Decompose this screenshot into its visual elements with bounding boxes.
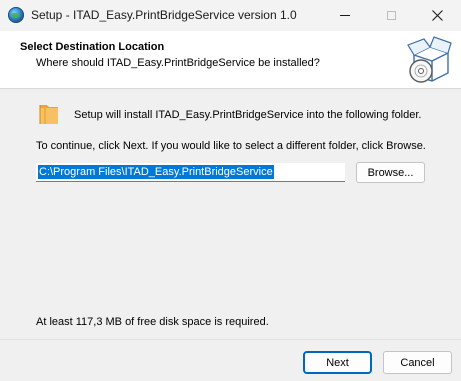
minimize-button[interactable] xyxy=(322,0,368,31)
cancel-button[interactable]: Cancel xyxy=(383,351,452,374)
setup-window: Setup - ITAD_Easy.PrintBridgeService ver… xyxy=(0,0,461,381)
page-subtitle: Where should ITAD_Easy.PrintBridgeServic… xyxy=(36,57,320,69)
install-description: Setup will install ITAD_Easy.PrintBridge… xyxy=(74,109,422,121)
setup-box-cd-icon xyxy=(407,36,452,83)
maximize-icon xyxy=(386,11,396,20)
continue-instruction: To continue, click Next. If you would li… xyxy=(36,140,426,152)
disk-space-requirement: At least 117,3 MB of free disk space is … xyxy=(36,316,269,328)
footer-divider xyxy=(0,339,461,340)
folder-icon xyxy=(39,105,58,124)
maximize-button xyxy=(368,0,414,31)
destination-path-value: C:\Program Files\ITAD_Easy.PrintBridgeSe… xyxy=(38,165,274,179)
next-button[interactable]: Next xyxy=(303,351,372,374)
minimize-icon xyxy=(340,15,350,16)
page-title: Select Destination Location xyxy=(20,41,165,53)
globe-app-icon xyxy=(8,7,24,23)
window-title: Setup - ITAD_Easy.PrintBridgeService ver… xyxy=(31,8,297,22)
browse-button[interactable]: Browse... xyxy=(356,162,425,183)
wizard-header: Select Destination Location Where should… xyxy=(0,31,461,89)
title-bar[interactable]: Setup - ITAD_Easy.PrintBridgeService ver… xyxy=(0,0,461,31)
destination-path-input[interactable]: C:\Program Files\ITAD_Easy.PrintBridgeSe… xyxy=(36,163,345,182)
close-button[interactable] xyxy=(414,0,460,31)
close-icon xyxy=(431,10,443,21)
